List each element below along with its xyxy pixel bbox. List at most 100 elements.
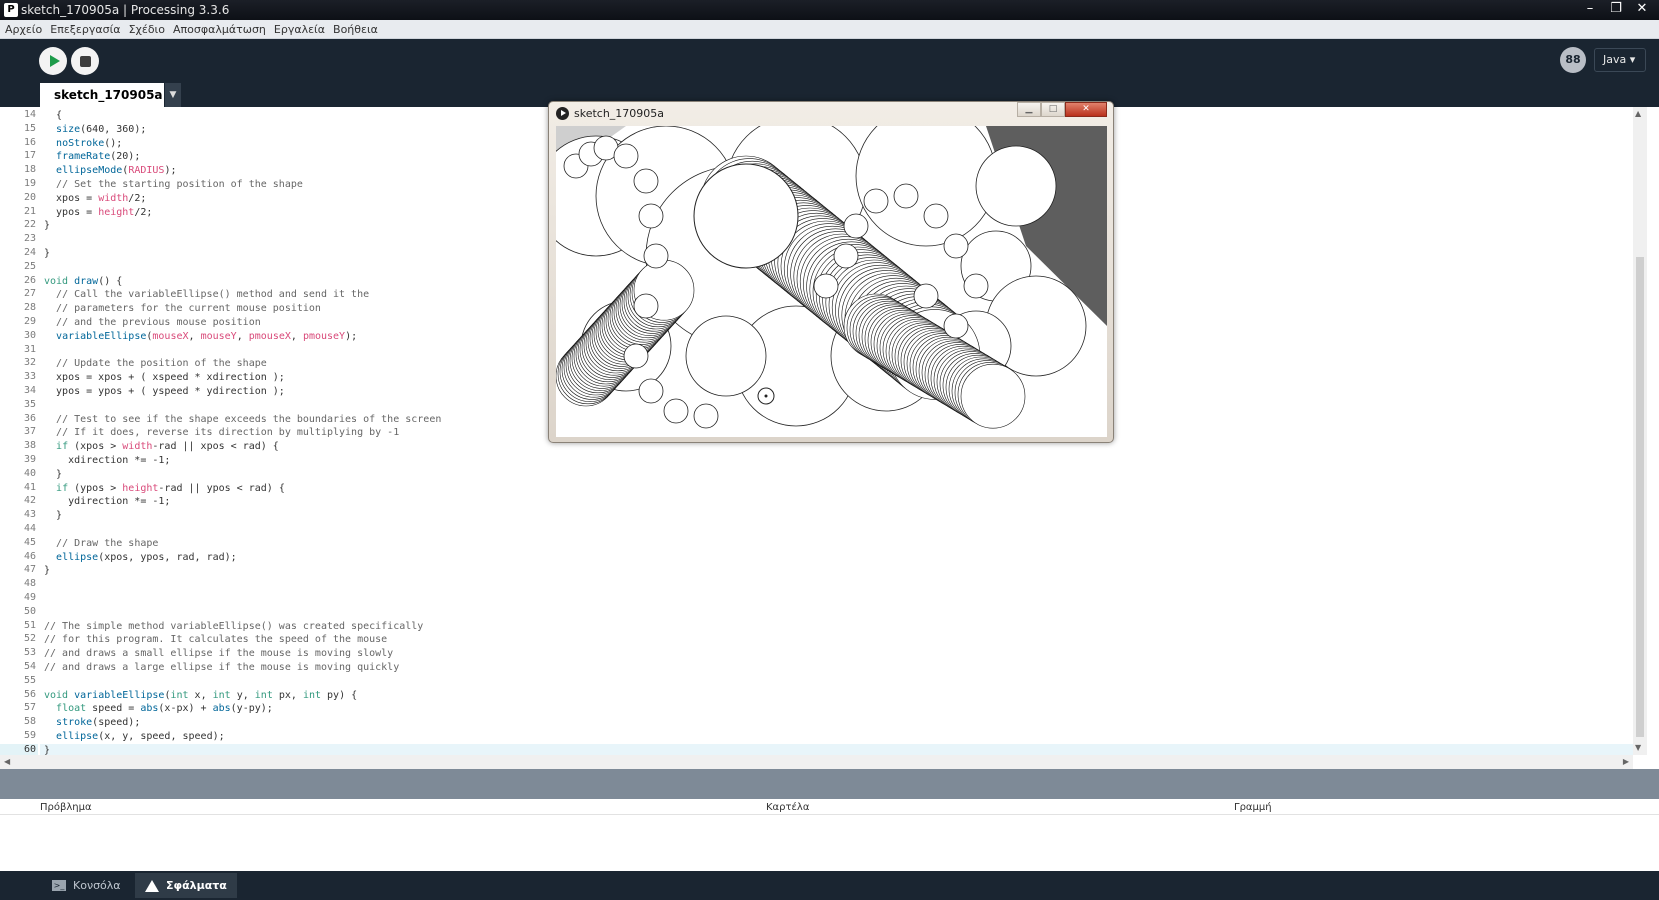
- code-line[interactable]: void draw() {: [44, 275, 122, 289]
- line-number: 35: [23, 398, 36, 410]
- sketch-bubble: [913, 283, 939, 309]
- close-button[interactable]: ✕: [1631, 0, 1653, 18]
- header-divider: [0, 814, 1659, 815]
- code-line[interactable]: // parameters for the current mouse posi…: [44, 302, 321, 316]
- sketch-bubble: [813, 273, 839, 299]
- horizontal-scrollbar[interactable]: ◀ ▶: [0, 755, 1633, 769]
- sketch-window-controls: ▁ □ ✕: [1017, 102, 1107, 117]
- code-line[interactable]: xdirection *= -1;: [44, 454, 170, 468]
- code-line[interactable]: if (xpos > width-rad || xpos < rad) {: [44, 440, 279, 454]
- scrollbar-thumb[interactable]: [1636, 257, 1644, 737]
- code-line[interactable]: // and draws a large ellipse if the mous…: [44, 661, 399, 675]
- code-line[interactable]: // and the previous mouse position: [44, 316, 261, 330]
- column-tab[interactable]: Καρτέλα: [766, 802, 809, 813]
- code-line[interactable]: ellipseMode(RADIUS);: [44, 164, 176, 178]
- menu-edit[interactable]: Επεξεργασία: [50, 23, 120, 36]
- code-line[interactable]: ydirection *= -1;: [44, 495, 170, 509]
- code-line[interactable]: // Call the variableEllipse() method and…: [44, 288, 369, 302]
- code-line[interactable]: }: [44, 509, 62, 523]
- scroll-down-icon[interactable]: ▼: [1635, 743, 1641, 752]
- line-number: 60: [0, 743, 38, 755]
- sketch-minimize-button[interactable]: ▁: [1017, 102, 1041, 117]
- code-line[interactable]: noStroke();: [44, 137, 122, 151]
- code-line[interactable]: // Update the position of the shape: [44, 357, 267, 371]
- toolbar: 88 Java ▾ sketch_170905a ▼: [0, 39, 1659, 107]
- code-line[interactable]: ellipse(x, y, speed, speed);: [44, 730, 225, 744]
- menu-tools[interactable]: Εργαλεία: [274, 23, 325, 36]
- menu-debug[interactable]: Αποσφαλμάτωση: [173, 23, 266, 36]
- run-button[interactable]: [39, 47, 67, 75]
- line-number: 31: [23, 343, 36, 355]
- scroll-right-icon[interactable]: ▶: [1623, 757, 1629, 766]
- line-number: 24: [23, 247, 36, 258]
- line-number: 51: [23, 619, 36, 631]
- sketch-maximize-button[interactable]: □: [1041, 102, 1065, 117]
- code-line[interactable]: }: [44, 564, 50, 578]
- line-number: 49: [23, 592, 36, 603]
- tab-sketch[interactable]: sketch_170905a: [40, 83, 164, 107]
- sketch-bubble: [943, 233, 969, 259]
- sketch-canvas[interactable]: [556, 126, 1107, 437]
- line-number: 59: [23, 730, 36, 741]
- sketch-circle: [975, 145, 1057, 227]
- code-line[interactable]: // Draw the shape: [44, 537, 158, 551]
- line-number: 28: [23, 302, 36, 314]
- code-line[interactable]: // Test to see if the shape exceeds the …: [44, 413, 441, 427]
- code-line[interactable]: xpos = width/2;: [44, 192, 146, 206]
- scroll-left-icon[interactable]: ◀: [4, 757, 10, 766]
- status-bar: [0, 769, 1659, 799]
- menu-bar: Αρχείο Επεξεργασία Σχέδιο Αποσφαλμάτωση …: [0, 20, 1659, 39]
- code-line[interactable]: ypos = ypos + ( yspeed * ydirection );: [44, 385, 285, 399]
- console-tab[interactable]: >_ Κονσόλα: [42, 873, 131, 898]
- line-number: 20: [23, 191, 36, 203]
- scroll-up-icon[interactable]: ▲: [1635, 109, 1641, 118]
- processing-icon: P: [4, 3, 18, 17]
- menu-file[interactable]: Αρχείο: [5, 23, 42, 36]
- errors-tab[interactable]: Σφάλματα: [135, 873, 237, 898]
- code-line[interactable]: if (ypos > height-rad || ypos < rad) {: [44, 482, 285, 496]
- line-number: 16: [23, 136, 36, 148]
- code-line[interactable]: }: [44, 247, 50, 261]
- code-line[interactable]: {: [44, 109, 62, 123]
- minimize-button[interactable]: –: [1579, 0, 1601, 18]
- code-line[interactable]: }: [44, 219, 50, 233]
- vertical-scrollbar[interactable]: ▲ ▼: [1633, 107, 1647, 755]
- maximize-button[interactable]: ❐: [1605, 0, 1627, 18]
- tab-menu-button[interactable]: ▼: [165, 83, 181, 107]
- sketch-circle: [693, 163, 799, 269]
- sketch-window[interactable]: sketch_170905a ▁ □ ✕: [548, 101, 1114, 443]
- code-line[interactable]: }: [44, 468, 62, 482]
- column-problem[interactable]: Πρόβλημα: [40, 802, 92, 813]
- code-line[interactable]: ellipse(xpos, ypos, rad, rad);: [44, 551, 237, 565]
- mode-selector[interactable]: Java ▾: [1594, 48, 1646, 72]
- code-line[interactable]: stroke(speed);: [44, 716, 140, 730]
- debug-mode-icon[interactable]: 88: [1560, 47, 1586, 73]
- code-line[interactable]: // for this program. It calculates the s…: [44, 633, 387, 647]
- code-line[interactable]: // If it does, reverse its direction by …: [44, 426, 399, 440]
- stop-button[interactable]: [71, 47, 99, 75]
- code-line[interactable]: variableEllipse(mouseX, mouseY, pmouseX,…: [44, 330, 357, 344]
- code-line[interactable]: float speed = abs(x-px) + abs(y-py);: [44, 702, 273, 716]
- code-line[interactable]: void variableEllipse(int x, int y, int p…: [44, 689, 357, 703]
- sketch-bubble: [863, 188, 889, 214]
- menu-help[interactable]: Βοήθεια: [333, 23, 378, 36]
- footer-bar: >_ Κονσόλα Σφάλματα: [0, 871, 1659, 900]
- menu-sketch[interactable]: Σχέδιο: [129, 23, 165, 36]
- sketch-close-button[interactable]: ✕: [1065, 102, 1107, 117]
- line-number: 39: [23, 454, 36, 465]
- sketch-bubble: [943, 313, 969, 339]
- code-line[interactable]: ypos = height/2;: [44, 206, 152, 220]
- sketch-bubble: [633, 293, 659, 319]
- code-line[interactable]: // The simple method variableEllipse() w…: [44, 620, 423, 634]
- console-tab-label: Κονσόλα: [73, 879, 121, 892]
- code-line[interactable]: size(640, 360);: [44, 123, 146, 137]
- line-number: 37: [23, 426, 36, 438]
- line-number: 45: [23, 536, 36, 548]
- code-line[interactable]: xpos = xpos + ( xspeed * xdirection );: [44, 371, 285, 385]
- code-line[interactable]: frameRate(20);: [44, 150, 140, 164]
- line-number: 41: [23, 481, 36, 493]
- sketch-circle: [855, 126, 997, 247]
- code-line[interactable]: // Set the starting position of the shap…: [44, 178, 303, 192]
- column-line[interactable]: Γραμμή: [1234, 802, 1272, 813]
- code-line[interactable]: // and draws a small ellipse if the mous…: [44, 647, 393, 661]
